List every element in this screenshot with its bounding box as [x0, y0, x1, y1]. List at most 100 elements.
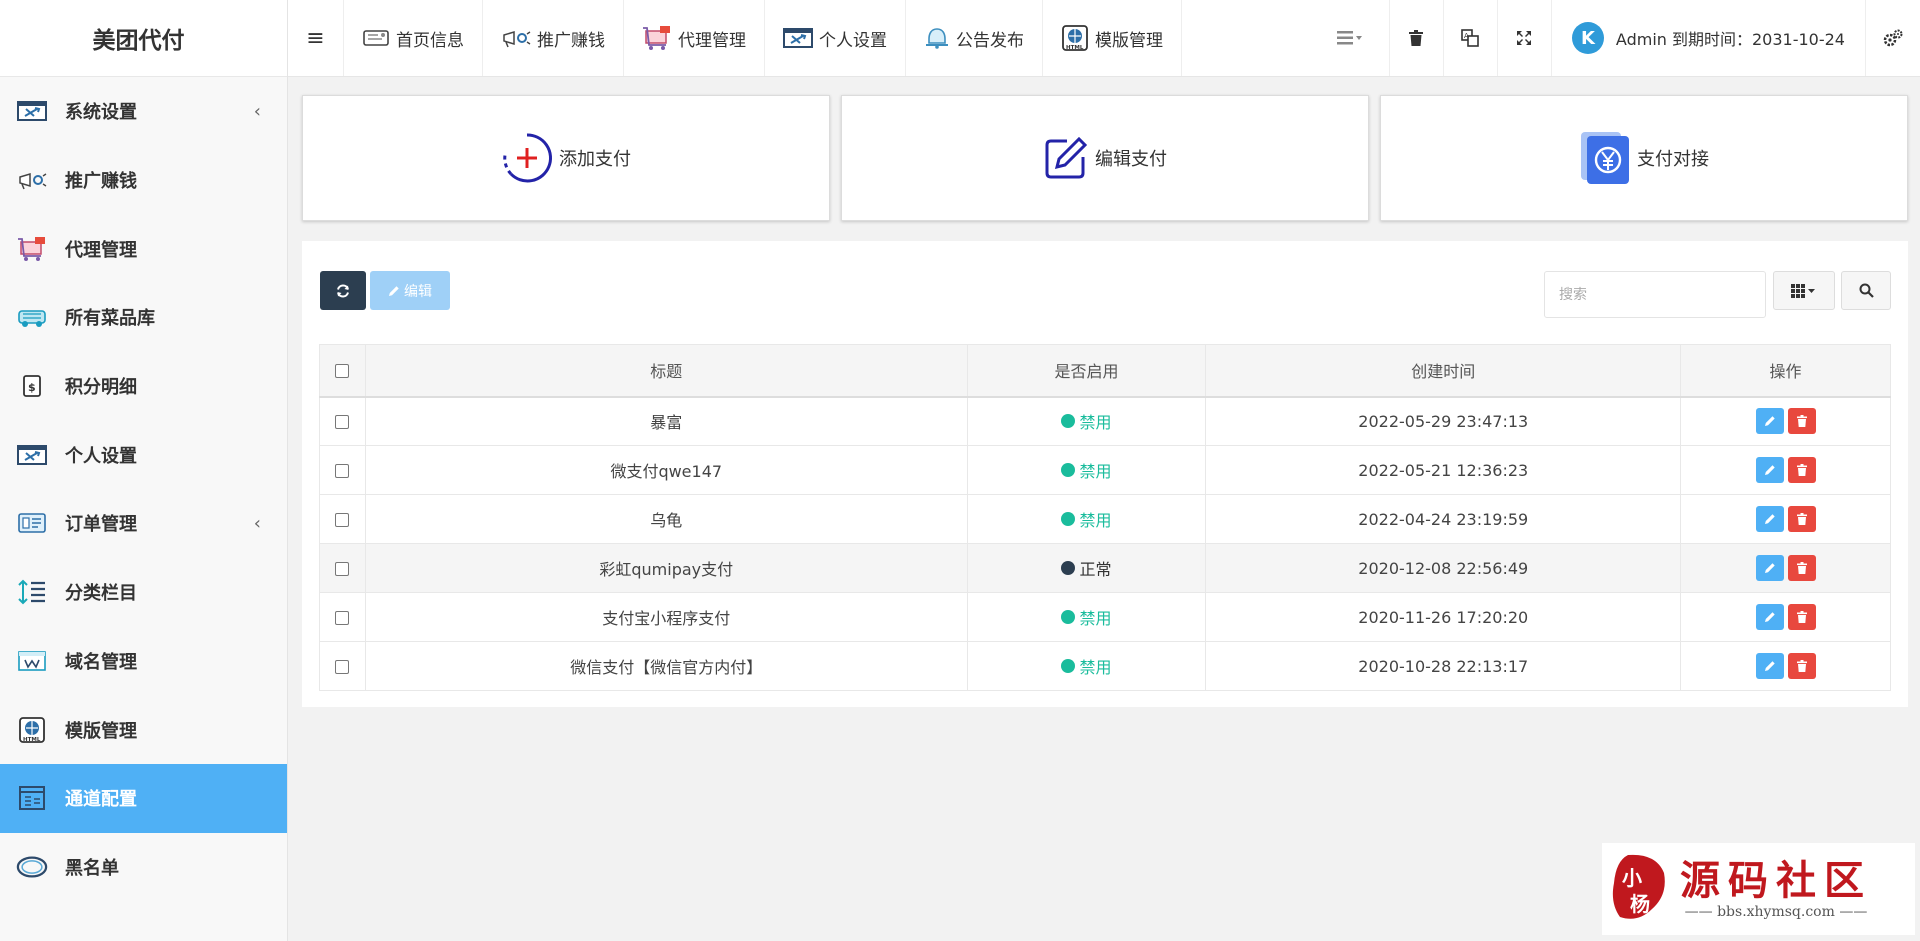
row-edit-button[interactable]: [1755, 653, 1784, 679]
sidebar-item-label: 个人设置: [65, 445, 137, 467]
sidebar-item-5[interactable]: 个人设置: [0, 420, 287, 489]
list-icon: [1337, 31, 1363, 45]
status-text: 禁用: [1079, 511, 1112, 530]
sidebar-item-4[interactable]: $ 积分明细: [0, 352, 287, 421]
home-info-icon: [362, 28, 390, 48]
row-edit-button[interactable]: [1755, 604, 1784, 630]
row-actions-cell: [1680, 396, 1891, 446]
row-status-cell: 禁用: [966, 445, 1207, 495]
status-text: 禁用: [1079, 658, 1112, 677]
row-actions-cell: [1680, 592, 1891, 642]
table-row[interactable]: 彩虹qumipay支付 正常 2020-12-08 22:56:49: [319, 543, 1891, 593]
sidebar-menu: 系统设置 ‹ 推广赚钱 代理管理 所有菜品库 $ 积分明细个人设置订单管理 ‹ 分类栏目 域名管理…: [0, 77, 287, 901]
top-nav-item-1[interactable]: 推广赚钱: [483, 0, 624, 76]
row-delete-button[interactable]: [1787, 457, 1816, 483]
row-checkbox[interactable]: [335, 611, 350, 625]
sidebar-item-6[interactable]: 订单管理 ‹: [0, 489, 287, 558]
trash-icon: [1409, 30, 1424, 46]
quick-card-label: 添加支付: [559, 149, 631, 170]
personal-settings-icon: [783, 27, 813, 49]
status-text: 正常: [1079, 560, 1112, 579]
column-header-created[interactable]: 创建时间: [1205, 344, 1682, 398]
sidebar-item-9[interactable]: HTML 模版管理: [0, 695, 287, 764]
gears-icon: [1883, 29, 1903, 47]
clear-cache-button[interactable]: [1390, 0, 1444, 76]
settings-button[interactable]: [1866, 0, 1920, 76]
menu-toggle-button[interactable]: ≡: [288, 0, 344, 76]
table-row[interactable]: 微信支付【微信官方内付】 禁用 2020-10-28 22:13:17: [319, 641, 1891, 691]
template-icon: HTML: [16, 714, 48, 746]
status-badge[interactable]: 正常: [1061, 556, 1111, 580]
sidebar-item-2[interactable]: 代理管理: [0, 214, 287, 283]
row-delete-button[interactable]: [1787, 506, 1816, 532]
select-all-checkbox[interactable]: [335, 364, 350, 379]
quick-card-0[interactable]: 添加支付: [302, 95, 830, 221]
status-badge[interactable]: 禁用: [1061, 654, 1111, 678]
sidebar-item-label: 积分明细: [65, 377, 137, 399]
status-dot-icon: [1061, 414, 1076, 429]
user-menu[interactable]: K Admin 到期时间：2031-10-24: [1552, 0, 1866, 76]
promotion-icon: [501, 27, 531, 49]
row-delete-button[interactable]: [1787, 555, 1816, 581]
edit-selected-button[interactable]: 编辑: [370, 271, 450, 310]
quick-card-2[interactable]: 支付对接: [1380, 95, 1908, 221]
row-checkbox[interactable]: [335, 562, 350, 576]
edit-selected-label: 编辑: [404, 283, 432, 300]
status-badge[interactable]: 禁用: [1061, 605, 1111, 629]
fullscreen-button[interactable]: [1498, 0, 1552, 76]
orders-icon: [16, 507, 48, 539]
row-title: 支付宝小程序支付: [364, 592, 968, 642]
columns-toggle-button[interactable]: [1773, 271, 1835, 310]
status-badge[interactable]: 禁用: [1061, 409, 1111, 433]
agent-icon: [16, 233, 48, 265]
column-header-enabled[interactable]: 是否启用: [966, 344, 1207, 398]
sidebar-item-label: 系统设置: [65, 102, 137, 124]
select-all-cell: [319, 344, 366, 398]
search-button[interactable]: [1841, 271, 1891, 310]
row-delete-button[interactable]: [1787, 408, 1816, 435]
table-row[interactable]: 暴富 禁用 2022-05-29 23:47:13: [319, 396, 1891, 446]
translate-button[interactable]: A: [1444, 0, 1498, 76]
row-checkbox[interactable]: [335, 660, 350, 674]
top-nav-item-2[interactable]: 代理管理: [624, 0, 765, 76]
sidebar-item-3[interactable]: 所有菜品库: [0, 283, 287, 352]
top-nav-item-3[interactable]: 个人设置: [765, 0, 906, 76]
pencil-icon: [1764, 514, 1775, 524]
refresh-button[interactable]: [320, 271, 366, 310]
sidebar-item-0[interactable]: 系统设置 ‹: [0, 77, 287, 146]
layout-dropdown-button[interactable]: [1312, 0, 1390, 76]
status-badge[interactable]: 禁用: [1061, 458, 1111, 482]
app-logo-title: 美团代付: [0, 0, 287, 77]
row-delete-button[interactable]: [1787, 604, 1816, 630]
row-edit-button[interactable]: [1755, 408, 1784, 435]
quick-card-1[interactable]: 编辑支付: [841, 95, 1369, 221]
row-checkbox[interactable]: [335, 415, 350, 430]
row-status-cell: 禁用: [966, 641, 1207, 691]
top-nav-item-0[interactable]: 首页信息: [344, 0, 483, 76]
sidebar-item-10[interactable]: 通道配置: [0, 763, 287, 833]
row-title: 乌龟: [364, 494, 968, 544]
top-nav-item-5[interactable]: HTML 模版管理: [1043, 0, 1182, 76]
table-row[interactable]: 微支付qwe147 禁用 2022-05-21 12:36:23: [319, 445, 1891, 495]
row-edit-button[interactable]: [1755, 457, 1784, 483]
sidebar-item-8[interactable]: 域名管理: [0, 627, 287, 696]
trash-icon: [1796, 562, 1807, 574]
column-header-title[interactable]: 标题: [364, 344, 968, 398]
status-badge[interactable]: 禁用: [1061, 507, 1111, 531]
search-input[interactable]: [1544, 271, 1766, 318]
top-nav-item-4[interactable]: 公告发布: [906, 0, 1043, 76]
row-edit-button[interactable]: [1755, 506, 1784, 532]
top-navbar: ≡ 首页信息 推广赚钱 代理管理 个人设置 公告发布 HTML 模版管理 A K Admin…: [288, 0, 1920, 77]
table-row[interactable]: 支付宝小程序支付 禁用 2020-11-26 17:20:20: [319, 592, 1891, 642]
sidebar-item-1[interactable]: 推广赚钱: [0, 146, 287, 215]
row-checkbox[interactable]: [335, 464, 350, 478]
table-row[interactable]: 乌龟 禁用 2022-04-24 23:19:59: [319, 494, 1891, 544]
row-delete-button[interactable]: [1787, 653, 1816, 679]
system-settings-icon: [16, 95, 48, 127]
sidebar-item-11[interactable]: 黑名单: [0, 833, 287, 902]
row-edit-button[interactable]: [1755, 555, 1784, 581]
row-select-cell: [319, 445, 366, 495]
sidebar-item-7[interactable]: 分类栏目: [0, 558, 287, 627]
trash-icon: [1796, 513, 1807, 525]
row-checkbox[interactable]: [335, 513, 350, 527]
